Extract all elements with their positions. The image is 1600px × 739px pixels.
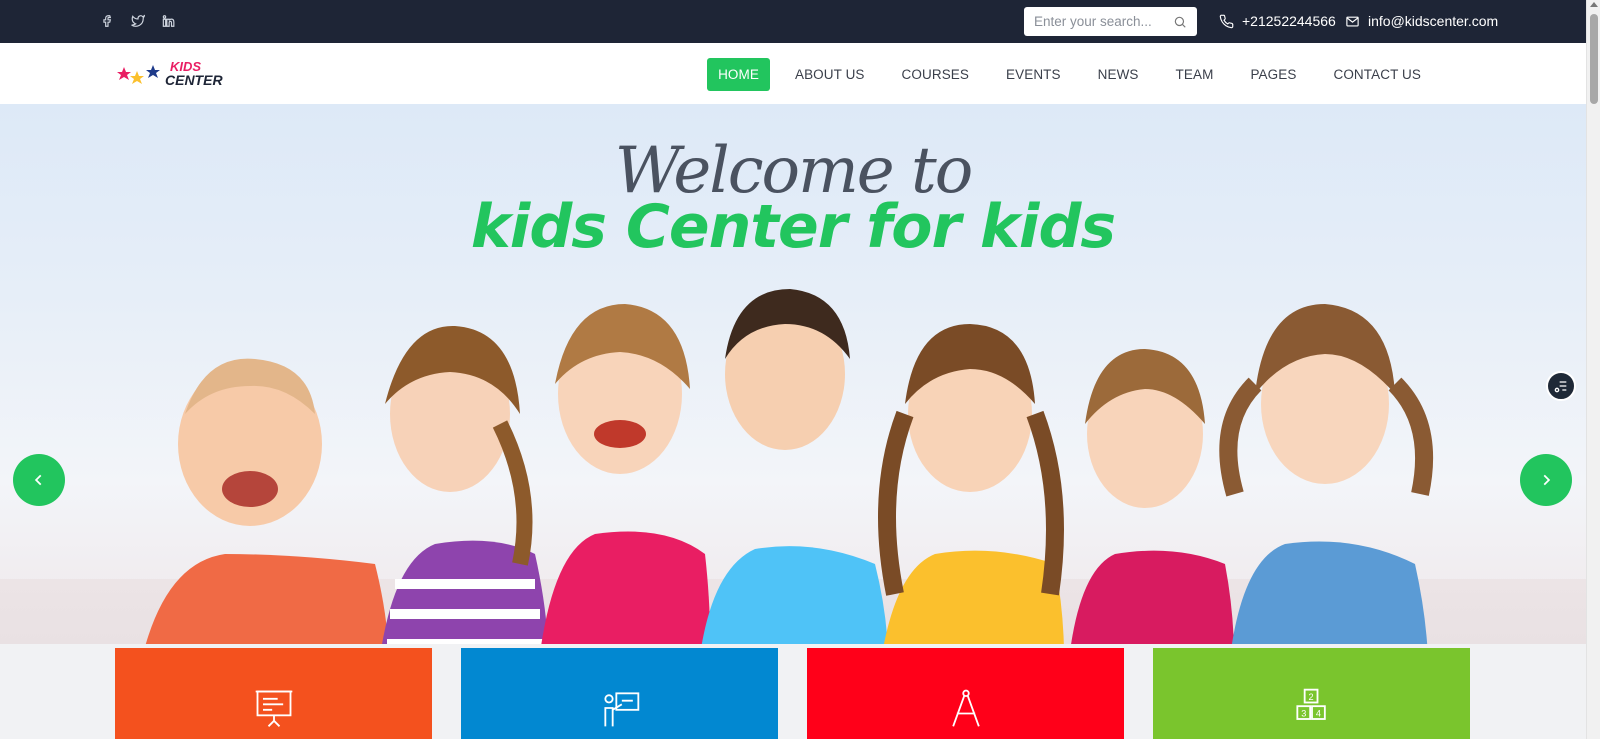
slider-prev-button[interactable]: [13, 454, 65, 506]
number-blocks-icon: 2 3 4: [1295, 688, 1326, 720]
chevron-right-icon: [1543, 474, 1551, 486]
search-input[interactable]: [1034, 14, 1164, 29]
phone-contact[interactable]: +21252244566: [1219, 13, 1336, 29]
feature-card-1[interactable]: [115, 648, 432, 739]
kids-center-logo[interactable]: KIDS CENTER: [115, 57, 235, 89]
slider-next-button[interactable]: [1520, 454, 1572, 506]
presentation-board-icon: [255, 690, 292, 727]
nav-pages[interactable]: PAGES: [1238, 58, 1308, 91]
nav-events[interactable]: EVENTS: [994, 58, 1073, 91]
scroll-up-arrow[interactable]: [1590, 2, 1598, 7]
chevron-left-icon: [34, 474, 42, 486]
nav-news[interactable]: NEWS: [1086, 58, 1151, 91]
feature-card-3[interactable]: [807, 648, 1124, 739]
email-address: info@kidscenter.com: [1368, 13, 1499, 29]
linkedin-icon[interactable]: [160, 12, 176, 30]
nav-contact-us[interactable]: CONTACT US: [1321, 58, 1433, 91]
search-box: [1024, 7, 1197, 36]
nav-about-us[interactable]: ABOUT US: [783, 58, 877, 91]
main-navbar: KIDS CENTER HOME ABOUT US COURSES EVENTS…: [0, 43, 1586, 104]
search-icon[interactable]: [1173, 15, 1187, 29]
kids-group-photo: [145, 289, 1434, 644]
teacher-icon: [603, 692, 639, 727]
page-scrollbar[interactable]: [1586, 0, 1600, 739]
phone-icon: [1219, 14, 1234, 28]
twitter-icon[interactable]: [130, 12, 146, 30]
facebook-icon[interactable]: [100, 12, 116, 30]
mail-icon: [1346, 16, 1359, 26]
compass-icon: [951, 689, 980, 727]
social-links: [100, 12, 176, 30]
svg-text:4: 4: [1315, 708, 1320, 718]
settings-toggle-button[interactable]: [1546, 371, 1576, 401]
svg-text:3: 3: [1301, 708, 1306, 718]
top-bar: +21252244566 info@kidscenter.com: [0, 0, 1586, 43]
nav-courses[interactable]: COURSES: [890, 58, 981, 91]
svg-text:2: 2: [1308, 692, 1313, 702]
phone-number: +21252244566: [1242, 13, 1336, 29]
scrollbar-thumb[interactable]: [1590, 14, 1598, 104]
svg-text:CENTER: CENTER: [165, 72, 223, 88]
email-contact[interactable]: info@kidscenter.com: [1345, 13, 1498, 29]
nav-home[interactable]: HOME: [707, 58, 770, 91]
list-settings-icon: [1554, 381, 1567, 393]
nav-team[interactable]: TEAM: [1164, 58, 1226, 91]
hero-headline: kids Center for kids: [470, 192, 1116, 262]
main-menu: HOME ABOUT US COURSES EVENTS NEWS TEAM P…: [707, 58, 1433, 91]
hero-slider: Welcome to kids Center for kids: [0, 104, 1586, 644]
feature-card-4[interactable]: 2 3 4: [1153, 648, 1470, 739]
feature-card-2[interactable]: [461, 648, 778, 739]
